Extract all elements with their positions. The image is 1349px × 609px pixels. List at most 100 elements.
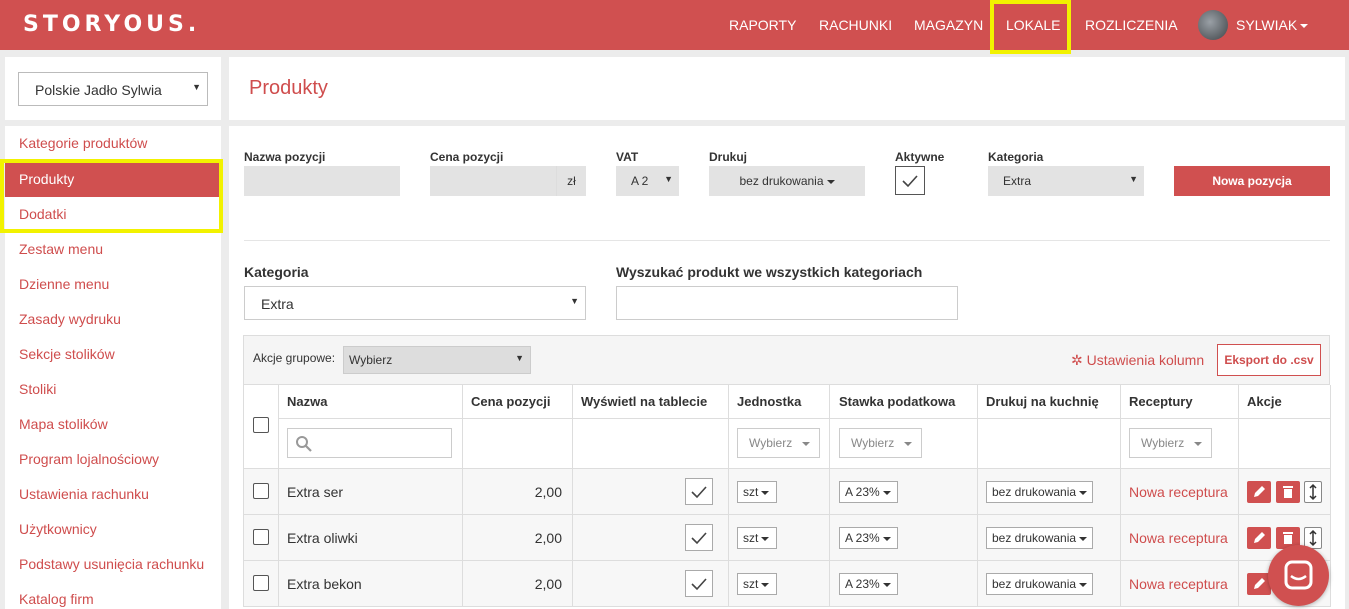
sidebar-item-podstawy-usuniecia[interactable]: Podstawy usunięcia rachunku [5, 547, 220, 582]
unit-select[interactable]: szt [737, 573, 777, 595]
filter-category-select[interactable]: Extra ▼ [244, 286, 586, 320]
chat-widget-button[interactable] [1268, 545, 1329, 606]
venue-panel: Polskie Jadło Sylwia ▼ [5, 57, 221, 120]
sidebar-item-ustawienia-rachunku[interactable]: Ustawienia rachunku [5, 477, 220, 512]
vat-select[interactable]: A 2 ▼ [616, 166, 679, 196]
filter-cell [463, 419, 573, 469]
new-recipe-link[interactable]: Nowa receptura [1129, 576, 1228, 592]
new-recipe-link[interactable]: Nowa receptura [1129, 530, 1228, 546]
chevron-down-icon [761, 490, 770, 495]
table-toolbar: Akcje grupowe: Wybierz ▼ ✲ Ustawienia ko… [243, 335, 1330, 385]
sidebar-item-mapa-stolikow[interactable]: Mapa stolików [5, 407, 220, 442]
sidebar-item-katalog-firm[interactable]: Katalog firm [5, 582, 220, 609]
filter-cell [573, 419, 729, 469]
sidebar-item-stoliki[interactable]: Stoliki [5, 372, 220, 407]
nav-rozliczenia[interactable]: ROZLICZENIA [1085, 0, 1178, 50]
unit-cell: szt [729, 561, 830, 607]
vat-rate-select[interactable]: A 23% [839, 573, 898, 595]
product-name: Extra ser [287, 484, 344, 500]
sidebar-item-sekcje-stolikow[interactable]: Sekcje stolików [5, 337, 220, 372]
chevron-down-icon [882, 490, 891, 495]
sidebar-item-kategorie[interactable]: Kategorie produktów [5, 126, 220, 161]
table-row: Extra ser 2,00 szt A 23% bez drukowania Nowa … [243, 469, 1331, 515]
sidebar-item-uzytkownicy[interactable]: Użytkownicy [5, 512, 220, 547]
price-cell: 2,00 [463, 469, 573, 515]
sidebar-item-zestaw-menu[interactable]: Zestaw menu [5, 232, 220, 267]
chevron-down-icon [1079, 536, 1088, 541]
col-header-receptury[interactable]: Receptury [1129, 394, 1193, 409]
filter-cell: Wybierz [1121, 419, 1239, 469]
header-cell: Wyświetl na tablecie [573, 385, 729, 419]
vat-filter-value: Wybierz [851, 436, 895, 450]
col-header-wyswietl[interactable]: Wyświetl na tablecie [581, 394, 707, 409]
top-navbar: STORYOUS. RAPORTY RACHUNKI MAGAZYN LOKAL… [0, 0, 1349, 50]
table-row: Extra oliwki 2,00 szt A 23% bez drukowania No… [243, 515, 1331, 561]
row-checkbox[interactable] [253, 575, 269, 591]
select-all-checkbox[interactable] [253, 417, 269, 433]
edit-button[interactable] [1247, 481, 1271, 503]
export-csv-button[interactable]: Eksport do .csv [1217, 344, 1321, 376]
col-header-nazwa[interactable]: Nazwa [287, 394, 327, 409]
active-checkbox[interactable] [895, 166, 925, 195]
group-actions-label: Akcje grupowe: [253, 351, 336, 365]
col-header-stawka[interactable]: Stawka podatkowa [839, 394, 955, 409]
global-search-input[interactable] [616, 286, 958, 320]
name-cell: Extra bekon [279, 561, 463, 607]
actions-cell [1239, 469, 1331, 515]
chevron-down-icon [761, 582, 770, 587]
col-header-cena[interactable]: Cena pozycji [471, 394, 550, 409]
column-settings-label: Ustawienia kolumn [1086, 352, 1205, 368]
page-title: Produkty [249, 77, 328, 99]
nav-rachunki[interactable]: RACHUNKI [819, 0, 892, 50]
recipe-filter-select[interactable]: Wybierz [1129, 428, 1212, 458]
group-actions-select[interactable]: Wybierz ▼ [343, 346, 531, 374]
category-select[interactable]: Extra ▼ [988, 166, 1144, 196]
name-search-input[interactable] [287, 428, 452, 458]
nav-raporty[interactable]: RAPORTY [729, 0, 796, 50]
vat-cell: A 23% [830, 561, 978, 607]
select-arrow-icon: ▼ [192, 82, 201, 92]
new-item-button[interactable]: Nowa pozycja [1174, 166, 1330, 196]
row-checkbox[interactable] [253, 483, 269, 499]
new-recipe-link[interactable]: Nowa receptura [1129, 484, 1228, 500]
unit-select[interactable]: szt [737, 481, 777, 503]
chevron-down-icon [1300, 24, 1309, 29]
tablet-checkbox[interactable] [685, 478, 713, 505]
sidebar-item-program-lojalnosciowy[interactable]: Program lojalnościowy [5, 442, 220, 477]
vat-rate-value: A 23% [845, 531, 880, 545]
print-dropdown-value: bez drukowania [739, 174, 824, 188]
reorder-handle[interactable] [1304, 481, 1322, 503]
filter-cell: Wybierz [830, 419, 978, 469]
vat-filter-select[interactable]: Wybierz [839, 428, 922, 458]
kitchen-print-select[interactable]: bez drukowania [986, 481, 1093, 503]
unit-select[interactable]: szt [737, 527, 777, 549]
gear-icon: ✲ [1071, 352, 1083, 368]
product-name: Extra oliwki [287, 530, 358, 546]
product-name: Extra bekon [287, 576, 362, 592]
vat-rate-select[interactable]: A 23% [839, 527, 898, 549]
header-cell: Stawka podatkowa [830, 385, 978, 419]
vat-rate-select[interactable]: A 23% [839, 481, 898, 503]
sidebar-item-zasady-wydruku[interactable]: Zasady wydruku [5, 302, 220, 337]
sidebar-item-dzienne-menu[interactable]: Dzienne menu [5, 267, 220, 302]
column-settings-link[interactable]: ✲ Ustawienia kolumn [1071, 352, 1204, 369]
unit-filter-select[interactable]: Wybierz [737, 428, 820, 458]
price-input[interactable]: zł [430, 166, 586, 196]
tablet-checkbox[interactable] [685, 570, 713, 597]
name-cell: Extra ser [279, 469, 463, 515]
venue-select[interactable]: Polskie Jadło Sylwia ▼ [18, 72, 208, 106]
nav-magazyn[interactable]: MAGAZYN [914, 0, 983, 50]
row-checkbox[interactable] [253, 529, 269, 545]
col-header-jednostka[interactable]: Jednostka [737, 394, 801, 409]
delete-button[interactable] [1276, 481, 1300, 503]
chevron-down-icon [1193, 441, 1202, 446]
col-header-drukuj[interactable]: Drukuj na kuchnię [986, 394, 1099, 409]
user-menu[interactable]: SYLWIAK [1236, 0, 1309, 50]
storyous-logo[interactable]: STORYOUS. [23, 12, 200, 37]
user-avatar[interactable] [1198, 10, 1228, 40]
print-dropdown[interactable]: bez drukowania [709, 166, 865, 196]
tablet-checkbox[interactable] [685, 524, 713, 551]
kitchen-print-select[interactable]: bez drukowania [986, 527, 1093, 549]
kitchen-print-select[interactable]: bez drukowania [986, 573, 1093, 595]
name-input[interactable] [244, 166, 400, 196]
